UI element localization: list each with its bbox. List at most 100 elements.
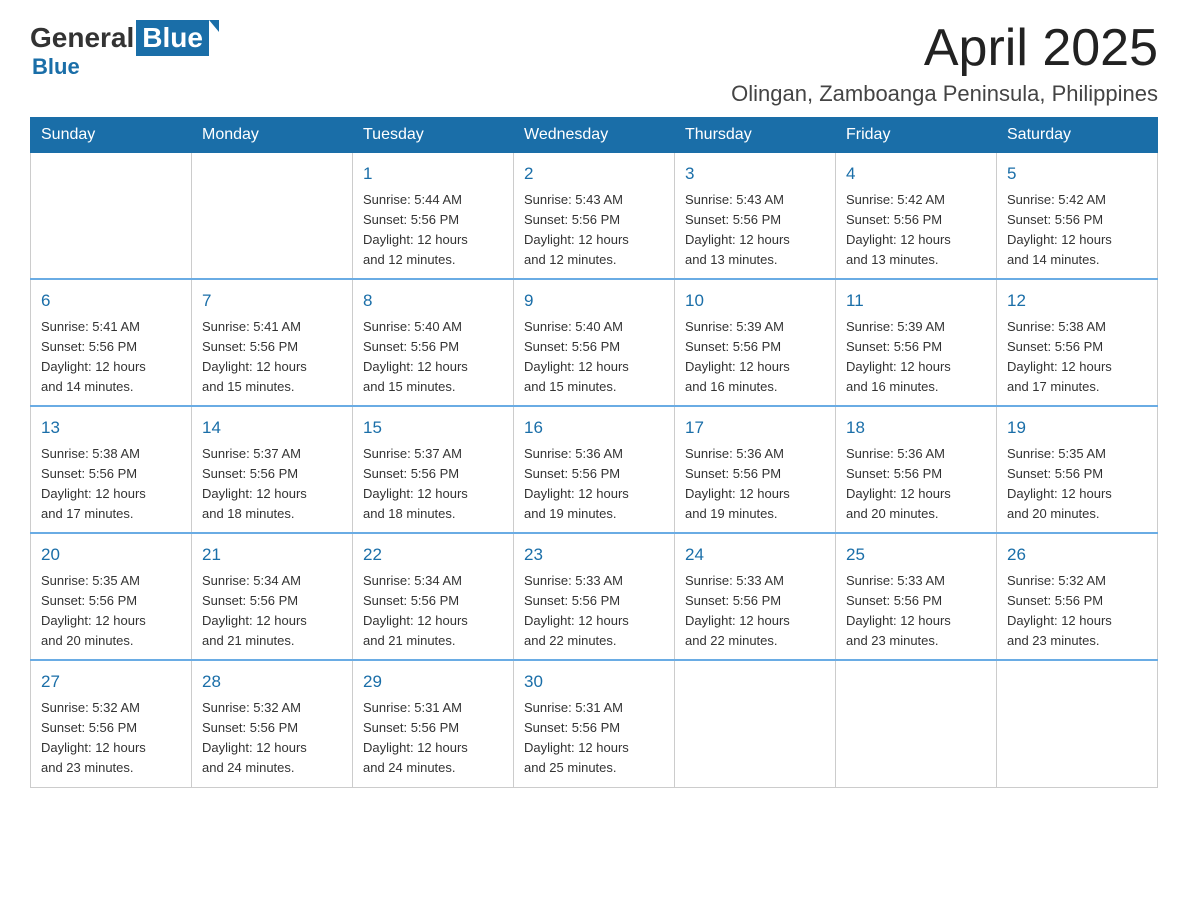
calendar-cell: 9 Sunrise: 5:40 AMSunset: 5:56 PMDaylight…	[514, 279, 675, 406]
day-info: Sunrise: 5:39 AMSunset: 5:56 PMDaylight:…	[685, 317, 825, 398]
week-row-4: 20 Sunrise: 5:35 AMSunset: 5:56 PMDayligh…	[31, 533, 1158, 660]
calendar-cell: 26Sunrise: 5:32 AMSunset: 5:56 PMDayligh…	[997, 533, 1158, 660]
calendar-cell: 7 Sunrise: 5:41 AMSunset: 5:56 PMDaylight…	[192, 279, 353, 406]
calendar-cell	[997, 660, 1158, 787]
day-info: Sunrise: 5:35 AMSunset: 5:56 PMDaylight:…	[41, 571, 181, 652]
day-number: 27	[41, 669, 181, 695]
day-number: 4	[846, 161, 986, 187]
calendar-cell: 27 Sunrise: 5:32 AMSunset: 5:56 PMDayligh…	[31, 660, 192, 787]
day-number: 23	[524, 542, 664, 568]
day-info: Sunrise: 5:36 AMSunset: 5:56 PMDaylight:…	[524, 444, 664, 525]
day-number: 15	[363, 415, 503, 441]
calendar-cell: 17Sunrise: 5:36 AMSunset: 5:56 PMDayligh…	[675, 406, 836, 533]
calendar-cell: 3 Sunrise: 5:43 AMSunset: 5:56 PMDaylight…	[675, 153, 836, 280]
calendar-cell: 19Sunrise: 5:35 AMSunset: 5:56 PMDayligh…	[997, 406, 1158, 533]
day-info: Sunrise: 5:32 AMSunset: 5:56 PMDaylight:…	[41, 698, 181, 779]
week-row-3: 13Sunrise: 5:38 AMSunset: 5:56 PMDayligh…	[31, 406, 1158, 533]
day-number: 12	[1007, 288, 1147, 314]
calendar-cell: 29Sunrise: 5:31 AMSunset: 5:56 PMDayligh…	[353, 660, 514, 787]
day-info: Sunrise: 5:33 AMSunset: 5:56 PMDaylight:…	[524, 571, 664, 652]
day-number: 1	[363, 161, 503, 187]
day-info: Sunrise: 5:37 AMSunset: 5:56 PMDaylight:…	[363, 444, 503, 525]
day-info: Sunrise: 5:42 AMSunset: 5:56 PMDaylight:…	[1007, 190, 1147, 271]
logo-blue-label: Blue	[32, 54, 80, 80]
day-number: 13	[41, 415, 181, 441]
day-number: 6	[41, 288, 181, 314]
day-info: Sunrise: 5:32 AMSunset: 5:56 PMDaylight:…	[202, 698, 342, 779]
day-info: Sunrise: 5:34 AMSunset: 5:56 PMDaylight:…	[202, 571, 342, 652]
calendar-cell: 1 Sunrise: 5:44 AMSunset: 5:56 PMDaylight…	[353, 153, 514, 280]
day-info: Sunrise: 5:41 AMSunset: 5:56 PMDaylight:…	[41, 317, 181, 398]
weekday-header-row: SundayMondayTuesdayWednesdayThursdayFrid…	[31, 118, 1158, 153]
logo-blue-text-box: Blue	[142, 22, 203, 53]
day-number: 25	[846, 542, 986, 568]
calendar-cell: 24Sunrise: 5:33 AMSunset: 5:56 PMDayligh…	[675, 533, 836, 660]
week-row-5: 27 Sunrise: 5:32 AMSunset: 5:56 PMDayligh…	[31, 660, 1158, 787]
calendar-cell: 16Sunrise: 5:36 AMSunset: 5:56 PMDayligh…	[514, 406, 675, 533]
page-header: General Blue Blue April 2025 Olingan, Za…	[30, 20, 1158, 107]
weekday-header-monday: Monday	[192, 118, 353, 153]
calendar-body: 1 Sunrise: 5:44 AMSunset: 5:56 PMDaylight…	[31, 153, 1158, 787]
calendar-cell: 20 Sunrise: 5:35 AMSunset: 5:56 PMDayligh…	[31, 533, 192, 660]
day-info: Sunrise: 5:32 AMSunset: 5:56 PMDaylight:…	[1007, 571, 1147, 652]
calendar-cell	[31, 153, 192, 280]
calendar-cell: 14 Sunrise: 5:37 AMSunset: 5:56 PMDayligh…	[192, 406, 353, 533]
logo-general-text: General	[30, 22, 134, 54]
calendar-cell: 8Sunrise: 5:40 AMSunset: 5:56 PMDaylight…	[353, 279, 514, 406]
weekday-header-wednesday: Wednesday	[514, 118, 675, 153]
day-number: 9	[524, 288, 664, 314]
weekday-header-tuesday: Tuesday	[353, 118, 514, 153]
weekday-header-thursday: Thursday	[675, 118, 836, 153]
day-number: 11	[846, 288, 986, 314]
calendar-cell	[836, 660, 997, 787]
day-number: 10	[685, 288, 825, 314]
calendar-header: SundayMondayTuesdayWednesdayThursdayFrid…	[31, 118, 1158, 153]
day-number: 29	[363, 669, 503, 695]
day-number: 7	[202, 288, 342, 314]
calendar-cell: 22 Sunrise: 5:34 AMSunset: 5:56 PMDayligh…	[353, 533, 514, 660]
day-info: Sunrise: 5:40 AMSunset: 5:56 PMDaylight:…	[363, 317, 503, 398]
day-info: Sunrise: 5:37 AMSunset: 5:56 PMDaylight:…	[202, 444, 342, 525]
day-number: 17	[685, 415, 825, 441]
day-info: Sunrise: 5:40 AMSunset: 5:56 PMDaylight:…	[524, 317, 664, 398]
calendar-cell: 4 Sunrise: 5:42 AMSunset: 5:56 PMDaylight…	[836, 153, 997, 280]
weekday-header-friday: Friday	[836, 118, 997, 153]
calendar-cell: 6 Sunrise: 5:41 AMSunset: 5:56 PMDaylight…	[31, 279, 192, 406]
location-title: Olingan, Zamboanga Peninsula, Philippine…	[731, 81, 1158, 107]
calendar-cell: 28 Sunrise: 5:32 AMSunset: 5:56 PMDayligh…	[192, 660, 353, 787]
day-info: Sunrise: 5:34 AMSunset: 5:56 PMDaylight:…	[363, 571, 503, 652]
day-info: Sunrise: 5:42 AMSunset: 5:56 PMDaylight:…	[846, 190, 986, 271]
calendar-cell: 12 Sunrise: 5:38 AMSunset: 5:56 PMDayligh…	[997, 279, 1158, 406]
day-number: 30	[524, 669, 664, 695]
weekday-header-saturday: Saturday	[997, 118, 1158, 153]
day-number: 3	[685, 161, 825, 187]
day-number: 22	[363, 542, 503, 568]
week-row-1: 1 Sunrise: 5:44 AMSunset: 5:56 PMDaylight…	[31, 153, 1158, 280]
day-info: Sunrise: 5:33 AMSunset: 5:56 PMDaylight:…	[846, 571, 986, 652]
calendar-table: SundayMondayTuesdayWednesdayThursdayFrid…	[30, 117, 1158, 787]
calendar-cell	[192, 153, 353, 280]
day-info: Sunrise: 5:43 AMSunset: 5:56 PMDaylight:…	[524, 190, 664, 271]
day-info: Sunrise: 5:44 AMSunset: 5:56 PMDaylight:…	[363, 190, 503, 271]
day-info: Sunrise: 5:43 AMSunset: 5:56 PMDaylight:…	[685, 190, 825, 271]
day-info: Sunrise: 5:33 AMSunset: 5:56 PMDaylight:…	[685, 571, 825, 652]
calendar-cell: 13Sunrise: 5:38 AMSunset: 5:56 PMDayligh…	[31, 406, 192, 533]
day-info: Sunrise: 5:36 AMSunset: 5:56 PMDaylight:…	[846, 444, 986, 525]
day-info: Sunrise: 5:41 AMSunset: 5:56 PMDaylight:…	[202, 317, 342, 398]
day-number: 18	[846, 415, 986, 441]
day-number: 28	[202, 669, 342, 695]
day-number: 14	[202, 415, 342, 441]
logo-triangle-icon	[209, 20, 219, 32]
calendar-cell: 15 Sunrise: 5:37 AMSunset: 5:56 PMDayligh…	[353, 406, 514, 533]
day-info: Sunrise: 5:31 AMSunset: 5:56 PMDaylight:…	[524, 698, 664, 779]
day-info: Sunrise: 5:38 AMSunset: 5:56 PMDaylight:…	[1007, 317, 1147, 398]
calendar-cell: 23 Sunrise: 5:33 AMSunset: 5:56 PMDayligh…	[514, 533, 675, 660]
calendar-cell: 11 Sunrise: 5:39 AMSunset: 5:56 PMDayligh…	[836, 279, 997, 406]
day-info: Sunrise: 5:39 AMSunset: 5:56 PMDaylight:…	[846, 317, 986, 398]
day-number: 5	[1007, 161, 1147, 187]
calendar-cell: 2Sunrise: 5:43 AMSunset: 5:56 PMDaylight…	[514, 153, 675, 280]
week-row-2: 6 Sunrise: 5:41 AMSunset: 5:56 PMDaylight…	[31, 279, 1158, 406]
calendar-cell	[675, 660, 836, 787]
day-number: 20	[41, 542, 181, 568]
weekday-header-sunday: Sunday	[31, 118, 192, 153]
